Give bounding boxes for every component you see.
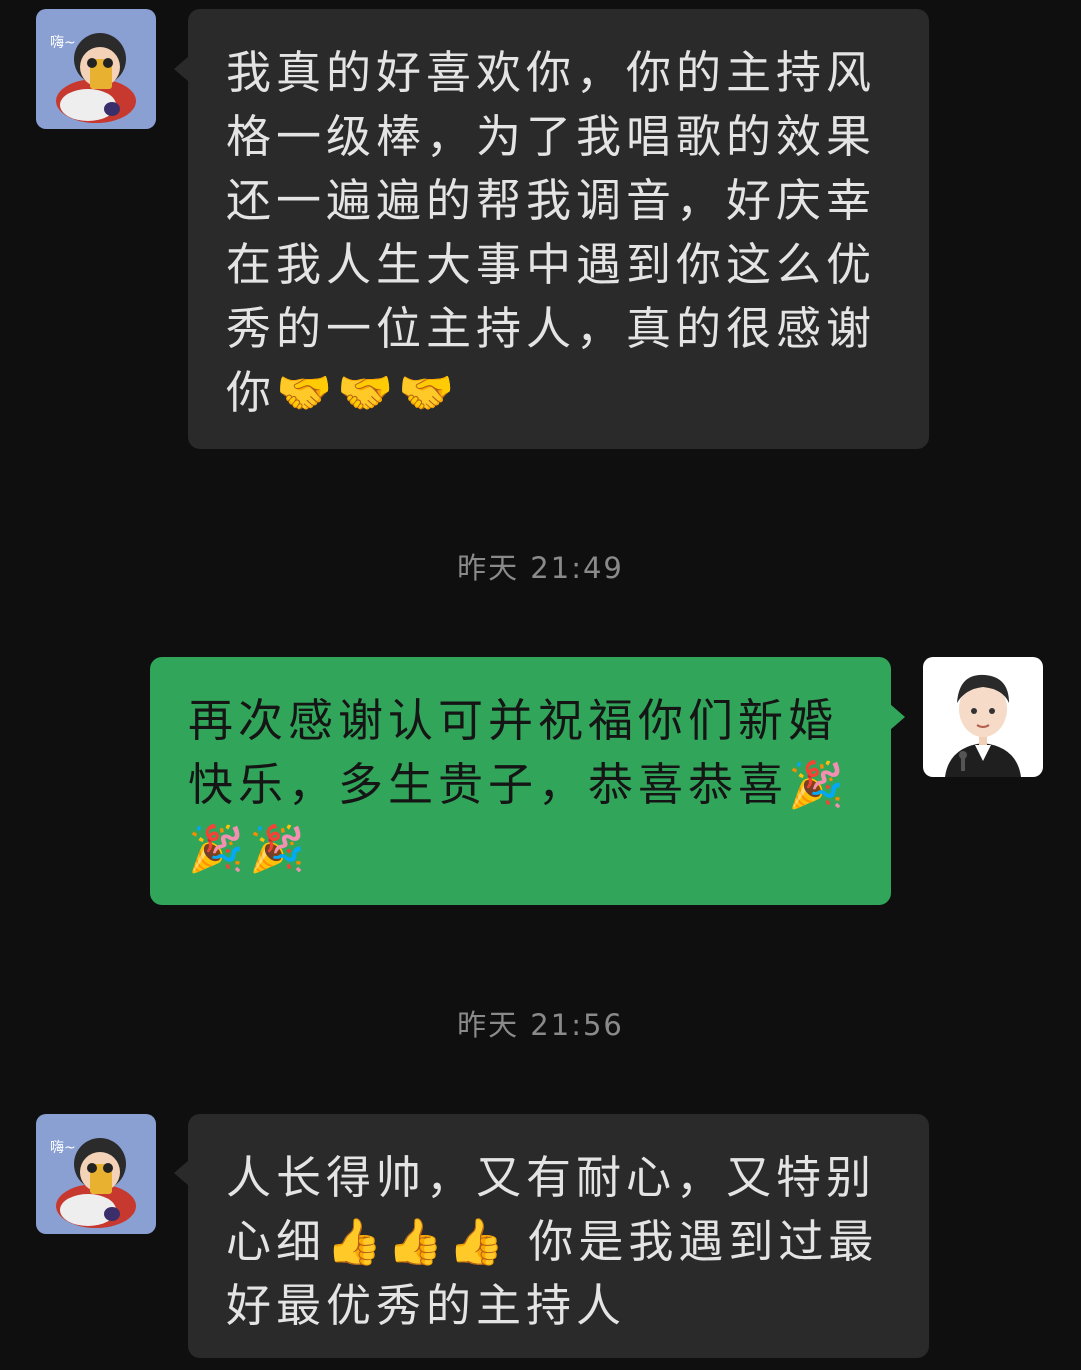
message-timestamp: 昨天 21:49 <box>457 551 624 585</box>
my-avatar[interactable] <box>923 657 1043 777</box>
outgoing-message-bubble[interactable]: 再次感谢认可并祝福你们新婚快乐，多生贵子，恭喜恭喜🎉🎉🎉 <box>150 657 891 905</box>
avatar-badge-text: 嗨~ <box>50 1140 76 1156</box>
bubble-tail <box>174 56 189 82</box>
avatar-badge-text: 嗨~ <box>50 35 76 51</box>
incoming-message-bubble[interactable]: 我真的好喜欢你，你的主持风格一级棒，为了我唱歌的效果还一遍遍的帮我调音，好庆幸在… <box>188 9 929 449</box>
incoming-message-bubble[interactable]: 人长得帅，又有耐心，又特别心细👍👍👍 你是我遇到过最好最优秀的主持人 <box>188 1114 929 1358</box>
cartoon-girl-avatar-icon: 嗨~ <box>36 9 156 129</box>
bubble-tail <box>890 704 905 730</box>
contact-avatar[interactable]: 嗨~ <box>36 9 156 129</box>
message-text: 人长得帅，又有耐心，又特别心细👍👍👍 你是我遇到过最好最优秀的主持人 <box>226 1151 879 1332</box>
message-text: 我真的好喜欢你，你的主持风格一级棒，为了我唱歌的效果还一遍遍的帮我调音，好庆幸在… <box>226 46 877 419</box>
cartoon-girl-avatar-icon: 嗨~ <box>36 1114 156 1234</box>
message-timestamp: 昨天 21:56 <box>457 1008 624 1042</box>
cartoon-host-avatar-icon <box>923 657 1043 777</box>
bubble-tail <box>174 1160 189 1186</box>
message-text: 再次感谢认可并祝福你们新婚快乐，多生贵子，恭喜恭喜🎉🎉🎉 <box>188 694 850 875</box>
contact-avatar[interactable]: 嗨~ <box>36 1114 156 1234</box>
